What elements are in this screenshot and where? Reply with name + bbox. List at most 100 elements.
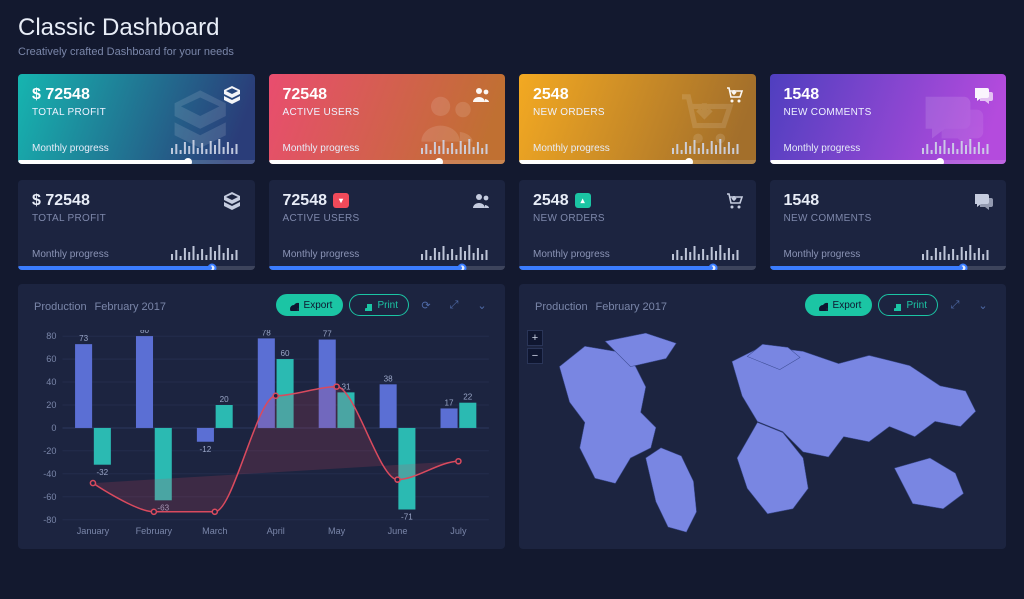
chevron-down-icon[interactable]: ⌄ [471,294,493,316]
stat-value: 1548 [784,192,993,210]
sparkline [672,136,742,154]
stat-value: 2548 [533,86,742,104]
stat-label: TOTAL PROFIT [32,107,241,118]
cart-icon [722,190,744,217]
svg-text:July: July [450,526,467,536]
cart-icon [722,84,744,111]
monthly-progress-label: Monthly progress [32,249,109,260]
svg-text:20: 20 [46,400,56,410]
export-button[interactable]: Export [276,294,344,316]
stat-label: NEW ORDERS [533,213,742,224]
svg-text:-12: -12 [200,445,212,454]
panel-period: February 2017 [595,301,667,313]
progress-bar[interactable] [269,160,506,164]
sparkline [421,242,491,260]
sparkline [171,136,241,154]
svg-text:-80: -80 [43,515,56,525]
stat-cards-plain: $ 72548 TOTAL PROFIT Monthly progress 72… [18,180,1006,270]
panel-period: February 2017 [94,301,166,313]
stat-card-profit[interactable]: $ 72548 TOTAL PROFIT Monthly progress [18,180,255,270]
stat-label: ACTIVE USERS [283,213,492,224]
svg-text:40: 40 [46,377,56,387]
boxes-icon [221,190,243,217]
sparkline [421,136,491,154]
stat-value: $ 72548 [32,192,241,210]
svg-text:60: 60 [46,354,56,364]
stat-label: NEW ORDERS [533,107,742,118]
print-button[interactable]: Print [349,294,409,316]
svg-text:60: 60 [281,349,291,358]
stat-value: 2548▴ [533,192,742,210]
svg-text:-40: -40 [43,469,56,479]
monthly-progress-label: Monthly progress [283,143,360,154]
stat-cards-gradient: $ 72548 TOTAL PROFIT Monthly progress 72… [18,74,1006,164]
progress-bar[interactable] [519,160,756,164]
comments-icon [972,84,994,111]
svg-text:80: 80 [140,330,150,335]
monthly-progress-label: Monthly progress [533,143,610,154]
stat-card-profit[interactable]: $ 72548 TOTAL PROFIT Monthly progress [18,74,255,164]
monthly-progress-label: Monthly progress [32,143,109,154]
comments-icon [972,190,994,217]
progress-bar[interactable] [770,266,1007,270]
expand-icon[interactable]: ⤢ [944,294,966,316]
svg-text:17: 17 [445,398,455,407]
progress-bar[interactable] [18,266,255,270]
world-map[interactable] [529,326,996,539]
refresh-icon[interactable]: ⟳ [415,294,437,316]
stat-value: 1548 [784,86,993,104]
stat-label: NEW COMMENTS [784,107,993,118]
sparkline [922,136,992,154]
panel-title: Production February 2017 [531,297,667,313]
monthly-progress-label: Monthly progress [283,249,360,260]
caret-down-icon: ▾ [333,193,349,208]
svg-text:-32: -32 [96,468,108,477]
progress-bar[interactable] [18,160,255,164]
svg-text:May: May [328,526,346,536]
stat-value: $ 72548 [32,86,241,104]
svg-text:-71: -71 [401,513,413,522]
svg-text:0: 0 [51,423,56,433]
stat-value: 72548 [283,86,492,104]
chevron-down-icon[interactable]: ⌄ [972,294,994,316]
users-icon [471,84,493,111]
panel-title: Production February 2017 [30,297,166,313]
monthly-progress-label: Monthly progress [784,143,861,154]
progress-bar[interactable] [519,266,756,270]
stat-card-orders[interactable]: 2548▴ NEW ORDERS Monthly progress [519,180,756,270]
production-chart-panel: Production February 2017 Export Print ⟳ … [18,284,505,549]
users-icon [471,190,493,217]
stat-label: ACTIVE USERS [283,107,492,118]
boxes-icon [221,84,243,111]
svg-text:22: 22 [463,393,473,402]
expand-icon[interactable]: ⤢ [443,294,465,316]
svg-text:February: February [136,526,173,536]
monthly-progress-label: Monthly progress [784,249,861,260]
svg-text:June: June [388,526,408,536]
stat-card-users[interactable]: 72548▾ ACTIVE USERS Monthly progress [269,180,506,270]
export-button[interactable]: Export [805,294,873,316]
svg-text:73: 73 [79,334,89,343]
svg-text:20: 20 [220,395,230,404]
production-map-panel: Production February 2017 Export Print ⤢ … [519,284,1006,549]
sparkline [171,242,241,260]
stat-card-comments[interactable]: 1548 NEW COMMENTS Monthly progress [770,74,1007,164]
progress-bar[interactable] [269,266,506,270]
monthly-progress-label: Monthly progress [533,249,610,260]
page-subtitle: Creatively crafted Dashboard for your ne… [18,46,1006,58]
print-button[interactable]: Print [878,294,938,316]
stat-card-orders[interactable]: 2548 NEW ORDERS Monthly progress [519,74,756,164]
sparkline [922,242,992,260]
progress-bar[interactable] [770,160,1007,164]
svg-text:March: March [202,526,227,536]
svg-text:April: April [267,526,285,536]
stat-label: NEW COMMENTS [784,213,993,224]
stat-label: TOTAL PROFIT [32,213,241,224]
svg-text:80: 80 [46,331,56,341]
sparkline [672,242,742,260]
svg-text:77: 77 [323,330,333,338]
page-title: Classic Dashboard [18,14,1006,42]
stat-card-users[interactable]: 72548 ACTIVE USERS Monthly progress [269,74,506,164]
svg-text:78: 78 [262,330,272,337]
stat-card-comments[interactable]: 1548 NEW COMMENTS Monthly progress [770,180,1007,270]
